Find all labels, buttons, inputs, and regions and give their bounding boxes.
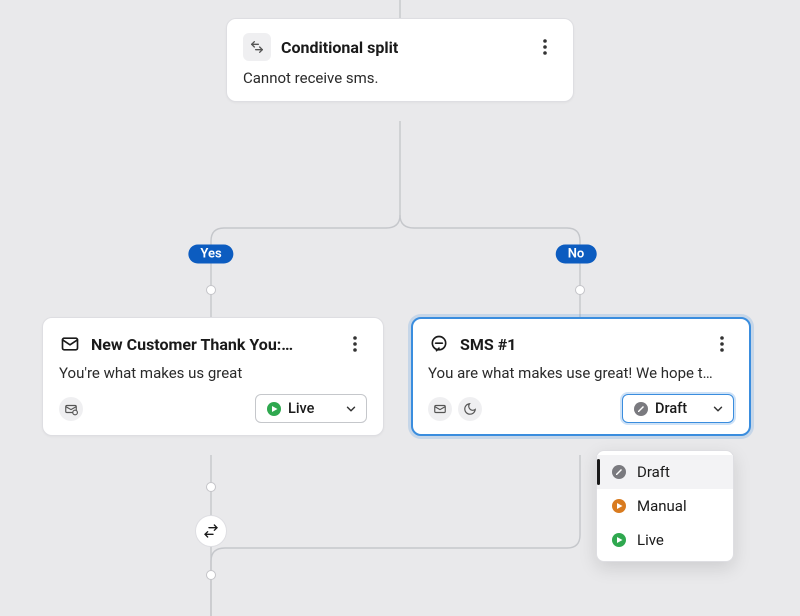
dropdown-option-manual[interactable]: Manual [597,489,733,523]
status-dropdown[interactable]: Draft Manual Live [596,450,734,562]
dropdown-option-live[interactable]: Live [597,523,733,557]
quiet-hours-icon [458,397,482,421]
split-icon [243,33,271,61]
live-indicator-icon [611,532,627,548]
dropdown-option-label: Manual [637,497,687,515]
branch-no-badge: No [556,245,597,264]
email-title: New Customer Thank You:… [91,335,333,354]
chevron-down-icon [711,402,725,416]
sms-status-label: Draft [655,400,705,417]
email-status-label: Live [288,400,338,417]
sms-more-button[interactable] [710,332,734,356]
split-condition-text: Cannot receive sms. [243,69,557,87]
email-body-preview: You're what makes us great [59,364,367,382]
dropdown-option-label: Live [637,531,664,549]
split-more-button[interactable] [533,35,557,59]
email-status-select[interactable]: Live [255,394,367,423]
draft-indicator-icon [633,401,649,417]
conditional-split-node[interactable]: Conditional split Cannot receive sms. [226,18,574,102]
dropdown-option-draft[interactable]: Draft [597,455,733,489]
connector-dot [206,285,216,295]
sms-title: SMS #1 [460,335,700,354]
email-more-button[interactable] [343,332,367,356]
draft-indicator-icon [611,464,627,480]
email-node[interactable]: New Customer Thank You:… You're what mak… [42,317,384,436]
sms-node[interactable]: SMS #1 You are what makes use great! We … [411,317,751,436]
smart-send-icon [428,397,452,421]
live-indicator-icon [266,401,282,417]
connector-dot [575,285,585,295]
sms-icon [428,333,450,355]
connector-dot [206,482,216,492]
sms-status-select[interactable]: Draft [622,394,734,423]
sms-body-preview: You are what makes use great! We hope t… [428,364,734,382]
split-title: Conditional split [281,38,523,57]
branch-yes-badge: Yes [188,245,233,264]
dropdown-option-label: Draft [637,463,670,481]
smart-send-icon [59,397,83,421]
connector-dot [206,570,216,580]
chevron-down-icon [344,402,358,416]
add-step-button[interactable] [195,515,227,547]
manual-indicator-icon [611,498,627,514]
email-icon [59,333,81,355]
